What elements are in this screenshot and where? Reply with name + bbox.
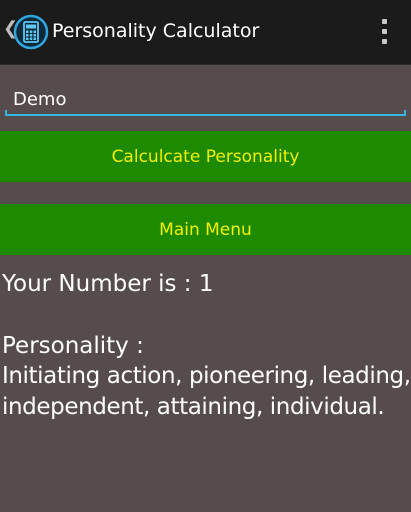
action-bar: ❮ Personality Calculator <box>0 0 411 65</box>
personality-description: Initiating action, pioneering, leading, … <box>2 363 411 420</box>
input-underline <box>5 110 406 116</box>
more-vertical-icon[interactable] <box>379 18 389 46</box>
result-number: Your Number is : 1 <box>2 271 214 297</box>
app-title: Personality Calculator <box>52 20 260 42</box>
name-input[interactable] <box>5 84 406 114</box>
personality-heading: Personality : <box>2 333 144 359</box>
calculate-personality-button[interactable]: Calculcate Personality <box>0 131 411 182</box>
main-menu-button[interactable]: Main Menu <box>0 204 411 255</box>
calculator-icon[interactable] <box>13 14 49 50</box>
